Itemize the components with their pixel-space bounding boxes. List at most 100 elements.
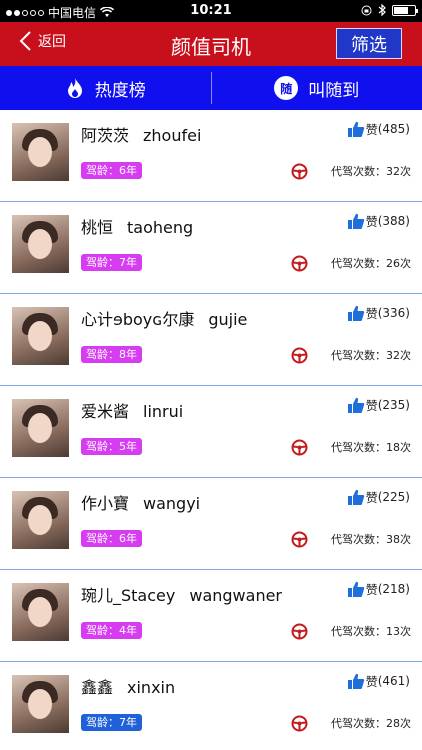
driver-name: 爱米酱 linrui (81, 398, 183, 422)
driver-pinyin: taoheng (127, 218, 194, 237)
trip-count: 代驾次数：38次 (331, 531, 411, 547)
like-label: 赞 (365, 582, 378, 597)
driver-nickname: 作小寶 (81, 494, 130, 513)
driver-list-item[interactable]: 心计ɘboyɢ尔康 gujie 赞 (336) 驾龄：8年 代驾次数：32次 (0, 294, 422, 386)
tab-hot-ranking-label: 热度榜 (94, 80, 146, 101)
like-count: (218) (377, 582, 410, 596)
battery-icon (392, 4, 418, 16)
flame-icon (67, 78, 82, 98)
driving-age-badge: 驾龄：6年 (81, 162, 142, 179)
thumbs-up-icon (347, 581, 364, 597)
steering-wheel-icon (291, 623, 308, 640)
trip-count-label: 代驾次数： (331, 257, 386, 270)
driver-pinyin: linrui (143, 402, 184, 421)
like-button[interactable]: 赞 (235) (347, 396, 410, 414)
trip-count-value: 26次 (386, 257, 411, 270)
driver-nickname: 桃恒 (81, 218, 114, 237)
steering-wheel-icon (291, 715, 308, 732)
driver-name: 心计ɘboyɢ尔康 gujie (81, 306, 247, 330)
driver-name: 作小寶 wangyi (81, 490, 200, 514)
driver-avatar (12, 675, 69, 733)
driver-nickname: 琬儿_Stacey (81, 586, 176, 605)
driver-avatar (12, 307, 69, 365)
driving-age-badge: 驾龄：7年 (81, 254, 142, 271)
like-button[interactable]: 赞 (485) (347, 120, 410, 138)
like-button[interactable]: 赞 (388) (347, 212, 410, 230)
steering-wheel-icon (291, 439, 308, 456)
driver-pinyin: wangwaner (189, 586, 282, 605)
trip-count-label: 代驾次数： (331, 533, 386, 546)
status-bar: 中国电信 10:21 (0, 0, 422, 22)
driver-avatar (12, 399, 69, 457)
driver-avatar (12, 583, 69, 641)
trip-count-value: 32次 (386, 349, 411, 362)
tab-bar: 热度榜 随 叫随到 (0, 66, 422, 110)
driver-list-item[interactable]: 作小寶 wangyi 赞 (225) 驾龄：6年 代驾次数：38次 (0, 478, 422, 570)
driver-name: 鑫鑫 xinxin (81, 674, 175, 698)
tab-call-on-demand[interactable]: 随 叫随到 (212, 66, 422, 110)
like-count: (461) (377, 674, 410, 688)
trip-count-value: 18次 (386, 441, 411, 454)
thumbs-up-icon (347, 305, 364, 321)
trip-count: 代驾次数：13次 (331, 623, 411, 639)
tab-call-on-demand-label: 叫随到 (308, 80, 360, 101)
like-button[interactable]: 赞 (336) (347, 304, 410, 322)
rotation-lock-icon (361, 5, 372, 15)
steering-wheel-icon (291, 531, 308, 548)
driver-list-item[interactable]: 鑫鑫 xinxin 赞 (461) 驾龄：7年 代驾次数：28次 (0, 662, 422, 750)
like-button[interactable]: 赞 (218) (347, 580, 410, 598)
trip-count: 代驾次数：32次 (331, 347, 411, 363)
like-button[interactable]: 赞 (461) (347, 672, 410, 690)
tab-hot-ranking[interactable]: 热度榜 (0, 66, 211, 110)
steering-wheel-icon (291, 255, 308, 272)
trip-count: 代驾次数：18次 (331, 439, 411, 455)
driver-list-item[interactable]: 爱米酱 linrui 赞 (235) 驾龄：5年 代驾次数：18次 (0, 386, 422, 478)
driver-name: 阿茨茨 zhoufei (81, 122, 201, 146)
trip-count: 代驾次数：32次 (331, 163, 411, 179)
clock: 10:21 (190, 3, 232, 18)
driver-avatar (12, 491, 69, 549)
trip-count-value: 32次 (386, 165, 411, 178)
driver-list-item[interactable]: 桃恒 taoheng 赞 (388) 驾龄：7年 代驾次数：26次 (0, 202, 422, 294)
driver-list-item[interactable]: 琬儿_Stacey wangwaner 赞 (218) 驾龄：4年 代驾次数：13次 (0, 570, 422, 662)
thumbs-up-icon (347, 489, 364, 505)
trip-count-label: 代驾次数： (331, 625, 386, 638)
steering-wheel-icon (291, 163, 308, 180)
filter-button[interactable]: 筛选 (336, 28, 402, 59)
like-label: 赞 (365, 306, 378, 321)
trip-count-value: 13次 (386, 625, 411, 638)
trip-count-label: 代驾次数： (331, 441, 386, 454)
bluetooth-icon (378, 4, 386, 16)
driver-nickname: 爱米酱 (81, 402, 130, 421)
thumbs-up-icon (347, 397, 364, 413)
driver-avatar (12, 215, 69, 273)
like-label: 赞 (365, 214, 378, 229)
thumbs-up-icon (347, 121, 364, 137)
like-label: 赞 (365, 674, 378, 689)
driver-list: 阿茨茨 zhoufei 赞 (485) 驾龄：6年 代驾次数：32次 桃恒 taohe… (0, 110, 422, 750)
like-count: (235) (377, 398, 410, 412)
driver-pinyin: gujie (208, 310, 248, 329)
driver-name: 桃恒 taoheng (81, 214, 193, 238)
like-count: (336) (377, 306, 410, 320)
trip-count: 代驾次数：28次 (331, 715, 411, 731)
driver-list-item[interactable]: 阿茨茨 zhoufei 赞 (485) 驾龄：6年 代驾次数：32次 (0, 110, 422, 202)
trip-count-value: 38次 (386, 533, 411, 546)
driver-nickname: 阿茨茨 (81, 126, 130, 145)
trip-count-label: 代驾次数： (331, 349, 386, 362)
trip-count: 代驾次数：26次 (331, 255, 411, 271)
trip-count-value: 28次 (386, 717, 411, 730)
trip-count-label: 代驾次数： (331, 165, 386, 178)
driving-age-badge: 驾龄：8年 (81, 346, 142, 363)
driving-age-badge: 驾龄：4年 (81, 622, 142, 639)
driving-age-badge: 驾龄：7年 (81, 714, 142, 731)
like-label: 赞 (365, 122, 378, 137)
status-icons (361, 4, 418, 16)
like-label: 赞 (365, 398, 378, 413)
trip-count-label: 代驾次数： (331, 717, 386, 730)
thumbs-up-icon (347, 213, 364, 229)
driver-nickname: 心计ɘboyɢ尔康 (81, 310, 195, 329)
like-button[interactable]: 赞 (225) (347, 488, 410, 506)
driving-age-badge: 驾龄：5年 (81, 438, 142, 455)
sui-badge-icon: 随 (274, 76, 299, 100)
